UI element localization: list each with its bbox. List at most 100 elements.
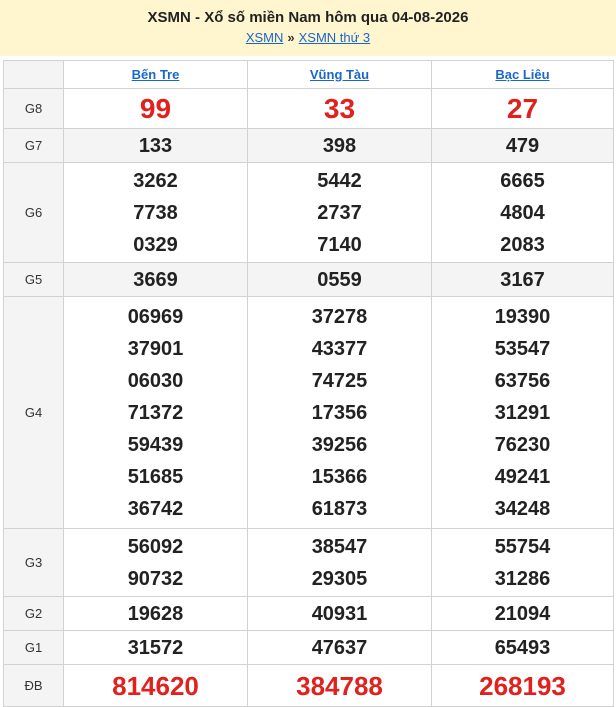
prize-number: 15366 xyxy=(311,465,368,488)
prize-cell: 0559 xyxy=(247,262,432,297)
prize-number: 90732 xyxy=(127,567,184,590)
prize-number: 384788 xyxy=(296,670,383,701)
prize-number: 6665 xyxy=(500,169,545,192)
prize-cell: 55754 31286 xyxy=(431,528,614,597)
prize-number: 19628 xyxy=(127,602,184,625)
prize-label: G6 xyxy=(3,162,64,263)
province-link-bac-lieu[interactable]: Bạc Liêu xyxy=(495,67,549,82)
prize-number: 21094 xyxy=(494,602,551,625)
prize-number: 479 xyxy=(505,134,540,157)
prize-number: 43377 xyxy=(311,337,368,360)
prize-cell: 06969 37901 06030 71372 59439 51685 36742 xyxy=(63,296,248,529)
page-header: XSMN - Xổ số miền Nam hôm qua 04-08-2026… xyxy=(0,0,616,56)
prize-label: G7 xyxy=(3,128,64,163)
prize-number: 37278 xyxy=(311,305,368,328)
breadcrumb-link-xsmn-thu3[interactable]: XSMN thứ 3 xyxy=(299,30,371,45)
prize-number: 99 xyxy=(139,92,172,124)
prize-cell: 33 xyxy=(247,88,432,129)
prize-number: 3669 xyxy=(133,268,178,291)
prize-cell: 21094 xyxy=(431,596,614,631)
prize-cell: 27 xyxy=(431,88,614,129)
breadcrumb-separator: » xyxy=(287,30,295,45)
prize-number: 36742 xyxy=(127,497,184,520)
prize-number: 63756 xyxy=(494,369,551,392)
prize-number: 37901 xyxy=(127,337,184,360)
prize-cell: 65493 xyxy=(431,630,614,665)
prize-number: 74725 xyxy=(311,369,368,392)
prize-row-g3: G3 56092 90732 38547 29305 55754 31286 xyxy=(3,528,614,597)
prize-number: 3262 xyxy=(133,169,178,192)
prize-number: 55754 xyxy=(494,535,551,558)
prize-number: 7140 xyxy=(317,233,362,256)
prize-number: 38547 xyxy=(311,535,368,558)
prize-number: 34248 xyxy=(494,497,551,520)
prize-cell: 19628 xyxy=(63,596,248,631)
prize-number: 53547 xyxy=(494,337,551,360)
prize-label: G5 xyxy=(3,262,64,297)
header-corner xyxy=(3,60,64,89)
prize-number: 3167 xyxy=(500,268,545,291)
prize-cell: 37278 43377 74725 17356 39256 15366 61873 xyxy=(247,296,432,529)
province-link-vung-tau[interactable]: Vũng Tàu xyxy=(310,67,369,82)
prize-row-g7: G7 133 398 479 xyxy=(3,128,614,163)
prize-row-g1: G1 31572 47637 65493 xyxy=(3,630,614,665)
prize-number: 47637 xyxy=(311,636,368,659)
prize-cell: 56092 90732 xyxy=(63,528,248,597)
table-header-row: Bến Tre Vũng Tàu Bạc Liêu xyxy=(3,60,614,89)
prize-cell: 5442 2737 7140 xyxy=(247,162,432,263)
prize-row-g6: G6 3262 7738 0329 5442 2737 7140 6665 4804 2083 xyxy=(3,162,614,263)
prize-number: 398 xyxy=(322,134,357,157)
prize-number: 56092 xyxy=(127,535,184,558)
prize-number: 51685 xyxy=(127,465,184,488)
prize-cell: 19390 53547 63756 31291 76230 49241 34248 xyxy=(431,296,614,529)
breadcrumb: XSMN» XSMN thứ 3 xyxy=(0,30,616,45)
prize-number: 4804 xyxy=(500,201,545,224)
prize-label: G3 xyxy=(3,528,64,597)
prize-number: 2737 xyxy=(317,201,362,224)
prize-number: 31572 xyxy=(127,636,184,659)
prize-cell: 268193 xyxy=(431,664,614,707)
prize-cell: 31572 xyxy=(63,630,248,665)
prize-number: 40931 xyxy=(311,602,368,625)
prize-cell: 6665 4804 2083 xyxy=(431,162,614,263)
prize-number: 0559 xyxy=(317,268,362,291)
province-link-ben-tre[interactable]: Bến Tre xyxy=(132,67,180,82)
prize-rows: G8 99 33 27 G7 133 398 479 G6 3262 7738 0329 5442 273… xyxy=(3,88,614,707)
prize-number: 31291 xyxy=(494,401,551,424)
prize-number: 814620 xyxy=(112,670,199,701)
prize-cell: 99 xyxy=(63,88,248,129)
prize-cell: 3262 7738 0329 xyxy=(63,162,248,263)
prize-row-g4: G4 06969 37901 06030 71372 59439 51685 36742 372… xyxy=(3,296,614,529)
prize-cell: 479 xyxy=(431,128,614,163)
breadcrumb-link-xsmn[interactable]: XSMN xyxy=(246,30,284,45)
prize-number: 33 xyxy=(323,92,356,124)
prize-cell: 3669 xyxy=(63,262,248,297)
prize-cell: 133 xyxy=(63,128,248,163)
prize-number: 49241 xyxy=(494,465,551,488)
prize-number: 76230 xyxy=(494,433,551,456)
prize-label: ĐB xyxy=(3,664,64,707)
prize-number: 59439 xyxy=(127,433,184,456)
prize-number: 39256 xyxy=(311,433,368,456)
prize-cell: 398 xyxy=(247,128,432,163)
prize-number: 71372 xyxy=(127,401,184,424)
prize-label: G2 xyxy=(3,596,64,631)
prize-number: 268193 xyxy=(479,670,566,701)
prize-cell: 384788 xyxy=(247,664,432,707)
prize-number: 65493 xyxy=(494,636,551,659)
prize-number: 0329 xyxy=(133,233,178,256)
prize-number: 31286 xyxy=(494,567,551,590)
prize-row-g2: G2 19628 40931 21094 xyxy=(3,596,614,631)
prize-number: 61873 xyxy=(311,497,368,520)
column-bac-lieu: Bạc Liêu xyxy=(431,60,614,89)
prize-number: 19390 xyxy=(494,305,551,328)
page-title: XSMN - Xổ số miền Nam hôm qua 04-08-2026 xyxy=(147,9,469,26)
prize-cell: 38547 29305 xyxy=(247,528,432,597)
prize-cell: 3167 xyxy=(431,262,614,297)
prize-number: 2083 xyxy=(500,233,545,256)
column-ben-tre: Bến Tre xyxy=(63,60,248,89)
prize-number: 5442 xyxy=(317,169,362,192)
prize-number: 133 xyxy=(138,134,173,157)
prize-label: G1 xyxy=(3,630,64,665)
prize-number: 7738 xyxy=(133,201,178,224)
